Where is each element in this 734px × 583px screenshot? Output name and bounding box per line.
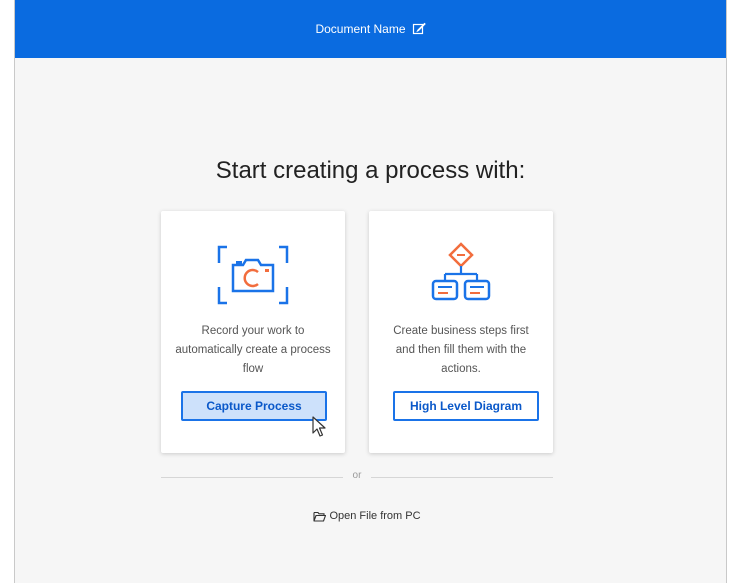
camera-capture-icon — [217, 245, 289, 305]
capture-process-button[interactable]: Capture Process — [181, 391, 327, 421]
flowchart-diagram-icon — [431, 242, 491, 301]
or-separator: or — [161, 470, 553, 481]
edit-icon[interactable] — [412, 22, 426, 36]
separator-line-left — [161, 477, 343, 478]
page-heading: Start creating a process with: — [215, 157, 526, 184]
high-level-diagram-button[interactable]: High Level Diagram — [393, 391, 539, 421]
separator-text: or — [352, 470, 362, 481]
mouse-pointer-icon — [312, 416, 326, 437]
high-level-diagram-card: Create business steps first and then fil… — [369, 211, 553, 453]
open-file-label[interactable]: Open File from PC — [329, 510, 420, 522]
separator-line-right — [371, 477, 553, 478]
flowchart-illustration — [369, 241, 553, 311]
capture-process-description: Record your work to automatically create… — [175, 325, 331, 375]
open-file-link[interactable]: Open File from PC — [0, 510, 734, 522]
top-bar: Document Name — [15, 0, 726, 58]
camera-capture-illustration — [161, 241, 345, 311]
folder-open-icon — [313, 511, 327, 522]
high-level-diagram-description: Create business steps first and then fil… — [393, 325, 529, 375]
document-name[interactable]: Document Name — [315, 22, 405, 36]
